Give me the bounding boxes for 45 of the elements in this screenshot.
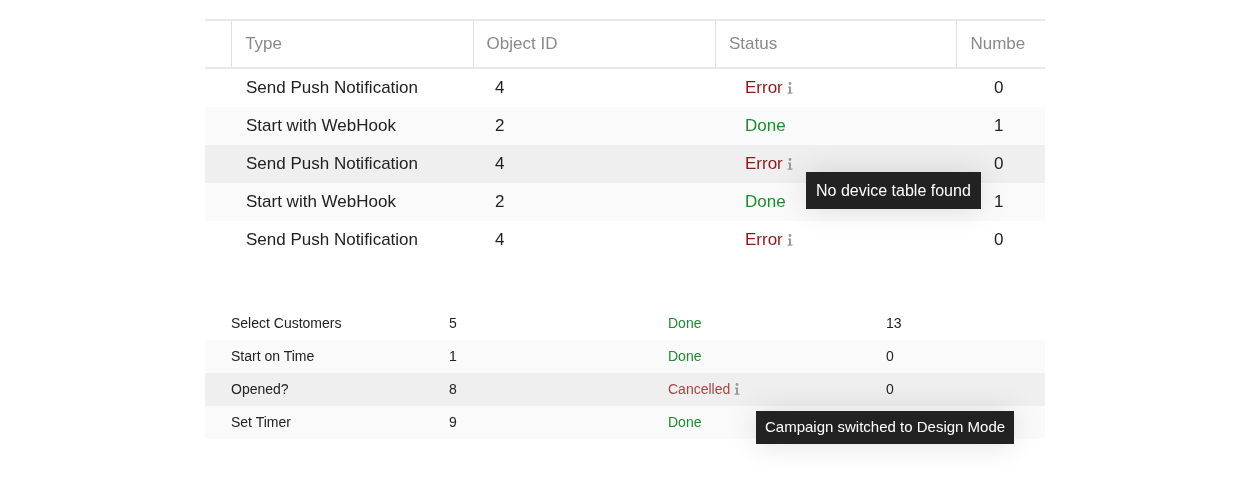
status-text: Done: [745, 116, 786, 136]
table-cell: 1: [449, 348, 457, 364]
status-text: Done: [668, 414, 702, 430]
tooltip: Campaign switched to Design Mode: [756, 411, 1015, 444]
table-cell: 1: [994, 116, 1004, 136]
table-cell: 2: [495, 116, 505, 136]
table-cell: 8: [449, 381, 457, 397]
table-cell: Opened?: [231, 381, 289, 397]
status-text: Error: [745, 230, 783, 250]
table-cell: 4: [495, 78, 505, 98]
table-cell: 9: [449, 414, 457, 430]
table-cell: 0: [994, 230, 1004, 250]
status-text: Error: [745, 154, 783, 174]
column-header: Numbe: [970, 33, 1026, 56]
info-icon[interactable]: [734, 383, 741, 395]
info-icon[interactable]: [786, 158, 793, 171]
table-cell: 0: [994, 154, 1004, 174]
table-cell: 13: [886, 315, 902, 331]
info-icon[interactable]: [786, 234, 793, 247]
table-cell: Start with WebHook: [246, 192, 396, 212]
column-header: Object ID: [486, 33, 558, 56]
table-cell: Start with WebHook: [246, 116, 396, 136]
table-cell: Send Push Notification: [246, 154, 418, 174]
table-cell: Send Push Notification: [246, 78, 418, 98]
status-text: Done: [668, 348, 702, 364]
table-cell: Select Customers: [231, 315, 342, 331]
status-text: Done: [745, 192, 786, 212]
table-cell: 4: [495, 230, 505, 250]
table-cell: Send Push Notification: [246, 230, 418, 250]
column-header: Status: [729, 33, 778, 56]
status-text: Done: [668, 315, 702, 331]
table-cell: 4: [495, 154, 505, 174]
table-cell: 0: [994, 78, 1004, 98]
table-cell: 2: [495, 192, 505, 212]
column-header: Type: [245, 33, 282, 56]
status-text: Cancelled: [668, 381, 731, 397]
table-cell: 0: [886, 348, 894, 364]
tooltip: No device table found: [806, 172, 981, 209]
status-text: Error: [745, 78, 783, 98]
table-cell: Set Timer: [231, 414, 291, 430]
info-icon[interactable]: [786, 82, 793, 95]
table-cell: 1: [994, 192, 1004, 212]
table-cell: Start on Time: [231, 348, 315, 364]
table-cell: 0: [886, 381, 894, 397]
table-cell: 5: [449, 315, 457, 331]
